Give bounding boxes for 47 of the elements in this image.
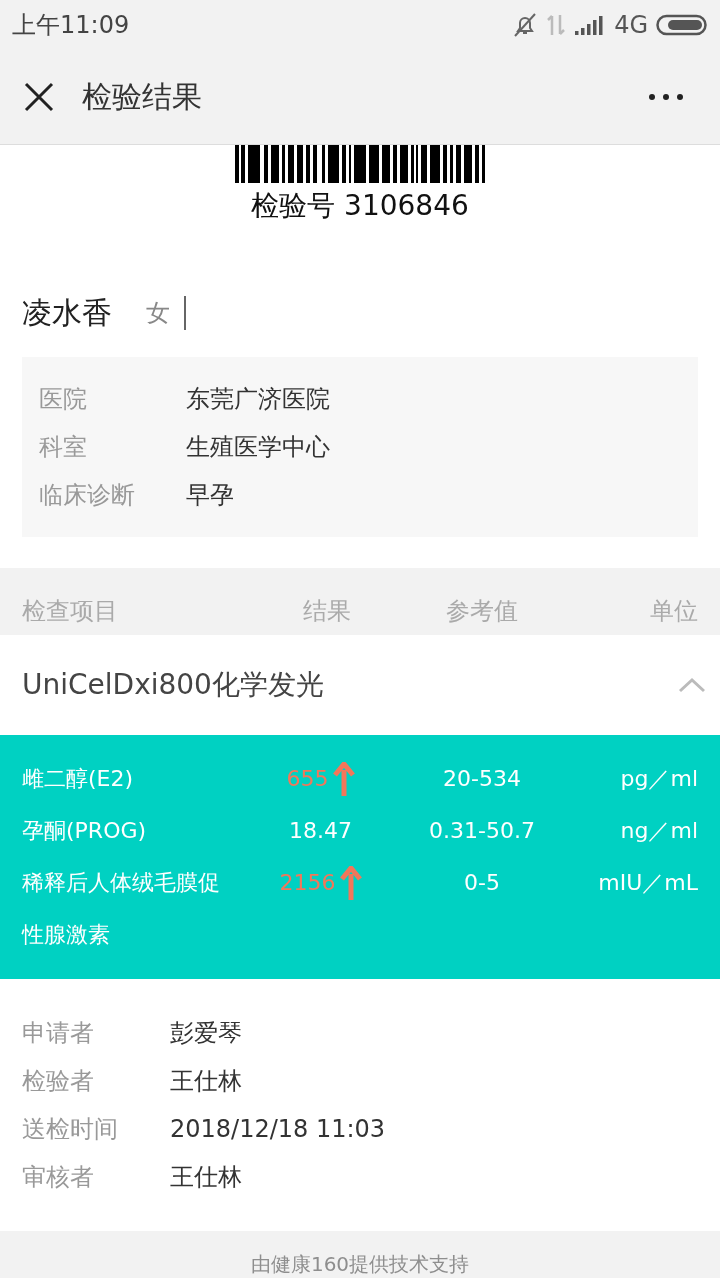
page-title: 检验结果 xyxy=(82,77,203,116)
reference-range: 20-534 xyxy=(442,765,522,793)
field-value: 2018/12/18 11:03 xyxy=(170,1114,386,1145)
result-value: 2156 xyxy=(279,869,336,897)
more-button[interactable] xyxy=(648,93,684,101)
up-arrow-icon xyxy=(339,866,362,900)
column-header: 参考值 xyxy=(445,596,519,627)
item-name: 孕酮(PROG) xyxy=(22,817,148,845)
result-value: 18.47 xyxy=(289,817,352,845)
field-label: 申请者 xyxy=(22,1018,95,1049)
battery-icon xyxy=(656,13,708,37)
field-label: 检验者 xyxy=(22,1066,95,1097)
up-arrow-icon xyxy=(332,762,355,796)
more-icon xyxy=(648,93,684,101)
info-value: 早孕 xyxy=(186,480,234,511)
patient-name: 凌水香 xyxy=(22,293,112,332)
field-label: 送检时间 xyxy=(22,1114,119,1145)
column-header: 结果 xyxy=(302,596,352,627)
group-title: UniCelDxi800化学发光 xyxy=(22,667,324,703)
item-name: 稀释后人体绒毛膜促性腺激素 xyxy=(22,869,221,949)
patient-sex: 女 xyxy=(146,296,186,330)
info-value: 生殖医学中心 xyxy=(186,432,330,463)
unit: ng／ml xyxy=(619,817,698,845)
field-value: 彭爱琴 xyxy=(170,1018,242,1049)
reference-range: 0-5 xyxy=(463,869,501,897)
footer-text: 由健康160提供技术支持 xyxy=(250,1252,470,1278)
status-time: 上午11:09 xyxy=(12,10,130,41)
item-name: 雌二醇(E2) xyxy=(22,765,135,793)
muted-bell-icon xyxy=(512,12,539,38)
field-value: 王仕林 xyxy=(170,1162,242,1193)
unit: mIU／mL xyxy=(597,869,698,897)
unit: pg／ml xyxy=(619,765,698,793)
close-icon xyxy=(24,82,54,112)
info-label: 科室 xyxy=(39,432,88,463)
column-header: 检查项目 xyxy=(22,596,119,627)
close-button[interactable] xyxy=(24,82,54,112)
result-value: 655 xyxy=(286,765,329,793)
column-header: 单位 xyxy=(649,596,698,627)
reference-range: 0.31-50.7 xyxy=(428,817,536,845)
network-type: 4G xyxy=(614,11,648,39)
info-value: 东莞广济医院 xyxy=(186,384,330,415)
info-label: 医院 xyxy=(39,384,88,415)
test-number: 检验号 3106846 xyxy=(251,188,469,224)
field-value: 王仕林 xyxy=(170,1066,242,1097)
data-arrows-icon xyxy=(546,13,567,37)
field-label: 审核者 xyxy=(22,1162,95,1193)
info-label: 临床诊断 xyxy=(39,480,136,511)
